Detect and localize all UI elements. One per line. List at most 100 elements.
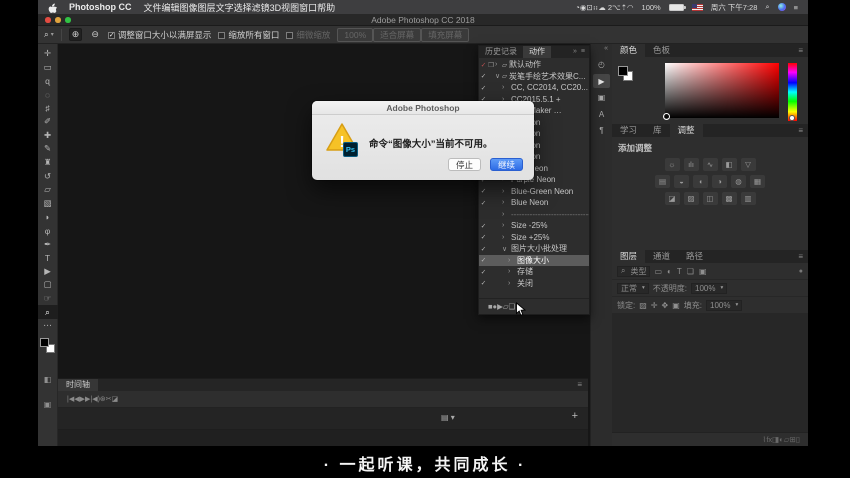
notification-center-icon[interactable]: ≡	[794, 3, 798, 12]
expand-arrow-icon[interactable]: ›	[508, 257, 515, 264]
app-menu[interactable]: Photoshop CC	[69, 2, 132, 12]
tool-icon[interactable]: ▢	[38, 278, 58, 292]
action-row[interactable]: ✓ ∨ 图片大小批处理	[479, 243, 589, 255]
menu-item[interactable]: 3D	[270, 3, 282, 13]
panel-tab[interactable]: 学习	[612, 124, 645, 137]
expand-panels-icon[interactable]: «	[604, 45, 608, 52]
tool-icon[interactable]: ◗	[38, 210, 58, 224]
action-check-toggle[interactable]: ✓	[479, 61, 488, 69]
layer-filter-icon[interactable]: T	[677, 267, 682, 276]
collapse-panel-icon[interactable]: »	[573, 46, 577, 58]
panel-tab[interactable]: 通道	[645, 250, 678, 263]
action-row[interactable]: ✓ › 图像大小	[479, 255, 589, 267]
blend-mode-dropdown[interactable]: 正常▾	[617, 283, 649, 294]
panel-tab[interactable]: 动作	[523, 46, 551, 58]
expand-arrow-icon[interactable]: ›	[502, 222, 509, 229]
adjustment-icon[interactable]: ◧	[722, 158, 737, 171]
screen-mode-button[interactable]: ▣	[38, 400, 58, 409]
tool-icon[interactable]: φ	[38, 224, 58, 238]
adjustment-icon[interactable]: ▩	[722, 192, 737, 205]
layers-footer-icon[interactable]: ▯	[796, 435, 800, 444]
expand-arrow-icon[interactable]: ›	[508, 268, 515, 275]
spotlight-icon[interactable]: ⌕	[765, 2, 769, 12]
lock-icon[interactable]: ▨	[639, 301, 647, 310]
close-window-button[interactable]	[45, 17, 51, 23]
menu-item[interactable]: 滤镜	[252, 3, 270, 13]
menu-item[interactable]: 文件	[144, 3, 162, 13]
expand-arrow-icon[interactable]: ›	[508, 280, 515, 287]
panel-dock-icon[interactable]: A	[593, 107, 610, 121]
tool-icon[interactable]: ♜	[38, 156, 58, 170]
zoom-window-button[interactable]	[65, 17, 71, 23]
menu-item[interactable]: 文字	[216, 3, 234, 13]
zoom-all-windows-checkbox[interactable]: 缩放所有窗口	[218, 29, 279, 41]
action-check-toggle[interactable]: ✓	[479, 279, 488, 287]
tool-icon[interactable]: ▶	[38, 265, 58, 279]
action-row[interactable]: ✓ ∨ ▱ 炭笔手绘艺术效果C...	[479, 71, 589, 83]
lock-icon[interactable]: ▣	[672, 301, 680, 310]
expand-arrow-icon[interactable]: ›	[502, 199, 509, 206]
expand-arrow-icon[interactable]: ›	[502, 188, 509, 195]
action-row[interactable]: ✓ › Blue-Green Neon	[479, 186, 589, 198]
zoom-preset-button[interactable]: 适合屏幕	[373, 28, 421, 42]
expand-arrow-icon[interactable]: ›	[502, 84, 509, 91]
fill-value[interactable]: 100%▾	[706, 300, 742, 311]
foreground-color[interactable]	[618, 66, 628, 76]
tool-icon[interactable]: ✐	[38, 115, 58, 129]
layer-filter-icon[interactable]: ▭	[654, 267, 662, 276]
menu-item[interactable]: 图层	[198, 3, 216, 13]
lock-icon[interactable]: ✛	[651, 301, 658, 310]
resize-windows-checkbox[interactable]: 调整窗口大小以满屏显示	[108, 29, 212, 41]
stop-button[interactable]: 停止	[448, 158, 481, 171]
action-check-toggle[interactable]: ✓	[479, 84, 488, 92]
action-check-toggle[interactable]: ✓	[479, 222, 488, 230]
status-icon[interactable]: ⌥	[612, 3, 621, 12]
tool-icon[interactable]: ✎	[38, 142, 58, 156]
adjustment-icon[interactable]: ☼	[665, 158, 680, 171]
adjustment-icon[interactable]: ▥	[741, 192, 756, 205]
menu-clock[interactable]: 周六 下午7:28	[711, 2, 758, 13]
filter-toggle-icon[interactable]: ●	[799, 268, 803, 275]
action-row[interactable]: ✓ › CC, CC2014, CC20...	[479, 82, 589, 94]
action-row[interactable]: › ------------------------------	[479, 209, 589, 221]
action-row[interactable]: ✓ › Blue Neon	[479, 197, 589, 209]
adjustment-icon[interactable]: ▨	[684, 192, 699, 205]
adjustment-icon[interactable]: ▽	[741, 158, 756, 171]
tool-icon[interactable]: T	[38, 251, 58, 265]
zoom-preset-button[interactable]: 100%	[337, 28, 373, 42]
tool-icon[interactable]: ✒	[38, 237, 58, 251]
action-row[interactable]: ✓ ❒ › ▱ 默认动作	[479, 59, 589, 71]
current-tool-preset[interactable]: ⌕ ▾	[44, 29, 54, 40]
panel-tab[interactable]: 路径	[678, 250, 711, 263]
minimize-window-button[interactable]	[55, 17, 61, 23]
tool-icon[interactable]: ♯	[38, 101, 58, 115]
tool-icon[interactable]: ✛	[38, 47, 58, 61]
panel-tab[interactable]: 调整	[670, 124, 703, 137]
timeline-control-icon[interactable]: ◪	[112, 396, 119, 403]
panel-menu-icon[interactable]: ≡	[793, 250, 808, 263]
siri-icon[interactable]	[778, 3, 786, 11]
tool-icon[interactable]: ɋ	[38, 74, 58, 88]
panel-menu-icon[interactable]: ≡	[793, 124, 808, 137]
filter-kind-dropdown[interactable]: ⌕ 类型	[617, 266, 650, 277]
panel-menu-icon[interactable]: ≡	[581, 46, 585, 58]
adjustment-icon[interactable]: ◑	[712, 175, 727, 188]
tool-icon[interactable]: ↺	[38, 169, 58, 183]
timeline-control-icon[interactable]: ◀)	[92, 396, 100, 403]
adjustment-icon[interactable]: ◒	[674, 175, 689, 188]
menu-item[interactable]: 选择	[234, 3, 252, 13]
expand-arrow-icon[interactable]: ›	[502, 211, 509, 218]
action-check-toggle[interactable]: ✓	[479, 72, 488, 80]
input-language-flag-icon[interactable]	[692, 4, 703, 11]
expand-arrow-icon[interactable]: ›	[495, 61, 502, 68]
status-icon[interactable]: ☁ 2	[598, 3, 612, 12]
action-row[interactable]: ✓ › 存储	[479, 266, 589, 278]
action-check-toggle[interactable]: ✓	[479, 187, 488, 195]
action-row[interactable]: ✓ › Size -25%	[479, 220, 589, 232]
hue-slider[interactable]	[788, 63, 797, 121]
tool-icon[interactable]: ⋯	[38, 319, 58, 333]
tool-icon[interactable]: ⌕	[38, 305, 58, 319]
panel-dock-icon[interactable]: ▣	[593, 91, 610, 105]
action-row[interactable]: ✓ › 关闭	[479, 278, 589, 290]
action-check-toggle[interactable]: ✓	[479, 256, 488, 264]
